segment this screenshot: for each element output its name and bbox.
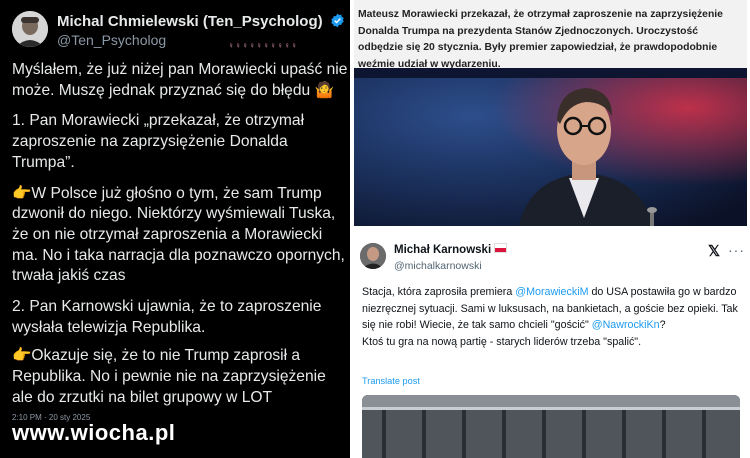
avatar[interactable] [12, 11, 48, 47]
poland-flag-icon [494, 243, 508, 253]
mention-link[interactable]: @MorawieckiM [515, 286, 588, 298]
tweet-paragraph: 2. Pan Karnowski ujawnia, że to zaprosze… [12, 298, 322, 336]
event-photo-image [362, 395, 740, 458]
author-name[interactable]: Michał Karnowski [394, 243, 508, 256]
quoted-tweet-card[interactable]: Michał Karnowski @michalkarnowski 𝕏 ··· … [354, 228, 747, 458]
tweet-paragraph: 👉W Polsce już głośno o tym, że sam Trump… [12, 184, 345, 285]
more-options-icon[interactable]: ··· [728, 242, 745, 258]
news-text: Mateusz Morawiecki przekazał, że otrzyma… [354, 0, 747, 68]
author-name-text: Michał Karnowski [394, 244, 492, 256]
tweet-text-segment: Stacja, która zaprosiła premiera [362, 286, 516, 298]
x-logo-icon[interactable]: 𝕏 [708, 242, 720, 260]
avatar[interactable] [360, 243, 386, 269]
watermark: www.wiocha.pl [12, 420, 176, 445]
emoji-row: ♀♀♀♀♀♀♀♀♀♀ [228, 41, 298, 50]
tweet-text: Myślałem, że już niżej pan Morawiecki up… [12, 60, 348, 419]
verified-badge-icon [331, 13, 344, 28]
tweet-text-segment: ? [659, 319, 666, 331]
right-panel: Mateusz Morawiecki przekazał, że otrzyma… [350, 0, 750, 458]
attached-image[interactable] [362, 395, 740, 458]
author-name[interactable]: Michal Chmielewski (Ten_Psycholog) [57, 13, 345, 30]
mention-link[interactable]: @NawrockiKn [592, 319, 660, 331]
left-tweet-panel: Michal Chmielewski (Ten_Psycholog) @Ten_… [0, 0, 350, 458]
tweet-paragraph: 1. Pan Morawiecki „przekazał, że otrzyma… [12, 112, 305, 171]
news-screenshot: Mateusz Morawiecki przekazał, że otrzyma… [354, 0, 747, 226]
author-handle[interactable]: @Ten_Psycholog [57, 32, 166, 48]
translate-post-link[interactable]: Translate post [362, 376, 420, 386]
news-photo [354, 68, 747, 226]
tweet-paragraph: Myślałem, że już niżej pan Morawiecki up… [12, 61, 348, 99]
tweet-text-segment: Ktoś tu gra na nową partię - starych lid… [362, 335, 642, 348]
author-handle[interactable]: @michalkarnowski [394, 260, 482, 272]
author-name-text: Michal Chmielewski (Ten_Psycholog) [57, 13, 323, 30]
politician-photo-image [354, 68, 747, 226]
tweet-text: Stacja, która zaprosiła premiera @Morawi… [362, 284, 745, 350]
tweet-paragraph: 👉Okazuje się, że to nie Trump zaprosił a… [12, 347, 326, 406]
